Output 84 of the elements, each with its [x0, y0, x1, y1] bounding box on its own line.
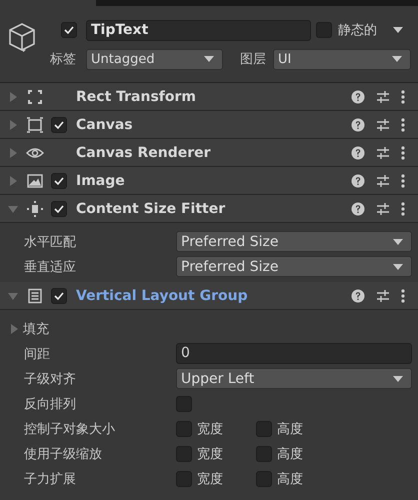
property-label: 子级对齐 [24, 370, 77, 388]
tag-label: 标签 [50, 51, 77, 68]
property-label: 间距 [24, 346, 51, 362]
settings-icon[interactable] [376, 118, 390, 132]
property-dropdown[interactable]: Upper Left [176, 368, 412, 389]
property-dropdown[interactable]: Preferred Size [176, 231, 412, 252]
checkbox-label: 高度 [277, 470, 303, 488]
component-title: Image [76, 172, 126, 188]
caret-icon [204, 56, 214, 62]
checkbox[interactable] [176, 446, 192, 462]
property-label[interactable]: 填充 [23, 320, 175, 338]
checkbox[interactable] [176, 420, 192, 436]
component-header[interactable]: Image [0, 167, 418, 195]
settings-icon[interactable] [376, 90, 390, 104]
help-icon[interactable] [351, 90, 365, 104]
check-icon [53, 290, 65, 302]
property-label: 水平匹配 [24, 234, 77, 250]
layer-label: 图层 [240, 51, 267, 68]
more-icon[interactable] [401, 202, 405, 216]
caret-icon [393, 264, 403, 270]
help-icon[interactable] [351, 202, 365, 216]
layer-dropdown[interactable]: UI [273, 48, 411, 70]
checkbox-label: 高度 [277, 446, 303, 462]
help-icon[interactable] [351, 174, 365, 188]
component-header[interactable]: Rect Transform [0, 83, 418, 111]
more-icon[interactable] [401, 146, 405, 160]
help-icon[interactable] [351, 146, 365, 160]
enabled-checkbox[interactable] [51, 172, 67, 188]
check-icon [53, 174, 65, 186]
static-checkbox[interactable] [316, 22, 332, 38]
active-checkbox[interactable] [61, 22, 77, 38]
enabled-checkbox[interactable] [51, 116, 67, 132]
checkbox[interactable] [256, 420, 272, 436]
component-header[interactable]: Vertical Layout Group [0, 282, 418, 310]
checkbox[interactable] [176, 396, 192, 412]
caret-icon [393, 376, 403, 382]
component-title: Canvas Renderer [76, 144, 212, 160]
property-label: 控制子对象大小 [24, 420, 116, 438]
property-label: 反向排列 [24, 396, 77, 412]
checkbox-label: 宽度 [197, 446, 223, 462]
static-label: 静态的 [338, 22, 377, 39]
check-icon [53, 202, 65, 214]
caret-icon [392, 56, 402, 62]
more-icon[interactable] [401, 288, 405, 302]
checkbox[interactable] [256, 446, 272, 462]
checkbox[interactable] [256, 470, 272, 486]
component-header[interactable]: Canvas Renderer [0, 139, 418, 167]
frame-icon [26, 116, 44, 132]
enabled-checkbox[interactable] [51, 200, 67, 216]
settings-icon[interactable] [376, 146, 390, 160]
caret-icon[interactable] [393, 27, 403, 33]
checkbox-label: 宽度 [197, 420, 223, 438]
more-icon[interactable] [401, 174, 405, 188]
more-icon[interactable] [401, 118, 405, 132]
property-label: 垂直适应 [24, 258, 77, 276]
property-label: 子力扩展 [24, 470, 77, 488]
property-dropdown[interactable]: Preferred Size [176, 256, 412, 277]
settings-icon[interactable] [376, 288, 390, 302]
component-header[interactable]: Canvas [0, 111, 418, 139]
image-icon [26, 172, 44, 188]
tag-dropdown[interactable]: Untagged [86, 48, 223, 70]
checkbox-label: 宽度 [197, 470, 223, 488]
caret-icon [393, 238, 403, 244]
name-field[interactable]: TipText [86, 20, 311, 40]
fitter-icon [26, 200, 44, 216]
anchors-icon [26, 88, 44, 104]
check-icon [63, 24, 75, 36]
number-field[interactable]: 0 [176, 343, 412, 364]
checkbox[interactable] [176, 470, 192, 486]
help-icon[interactable] [351, 288, 365, 302]
component-title: Canvas [76, 116, 134, 132]
component-title: Rect Transform [76, 88, 198, 104]
check-icon [53, 118, 65, 130]
more-icon[interactable] [401, 90, 405, 104]
checkbox-label: 高度 [277, 420, 303, 438]
property-label: 使用子级缩放 [24, 446, 103, 462]
settings-icon[interactable] [376, 202, 390, 216]
enabled-checkbox[interactable] [51, 288, 67, 304]
component-title: Content Size Fitter [76, 200, 226, 216]
list-icon [26, 288, 44, 304]
component-header[interactable]: Content Size Fitter [0, 195, 418, 223]
settings-icon[interactable] [376, 174, 390, 188]
help-icon[interactable] [351, 118, 365, 132]
component-title: Vertical Layout Group [76, 288, 249, 304]
